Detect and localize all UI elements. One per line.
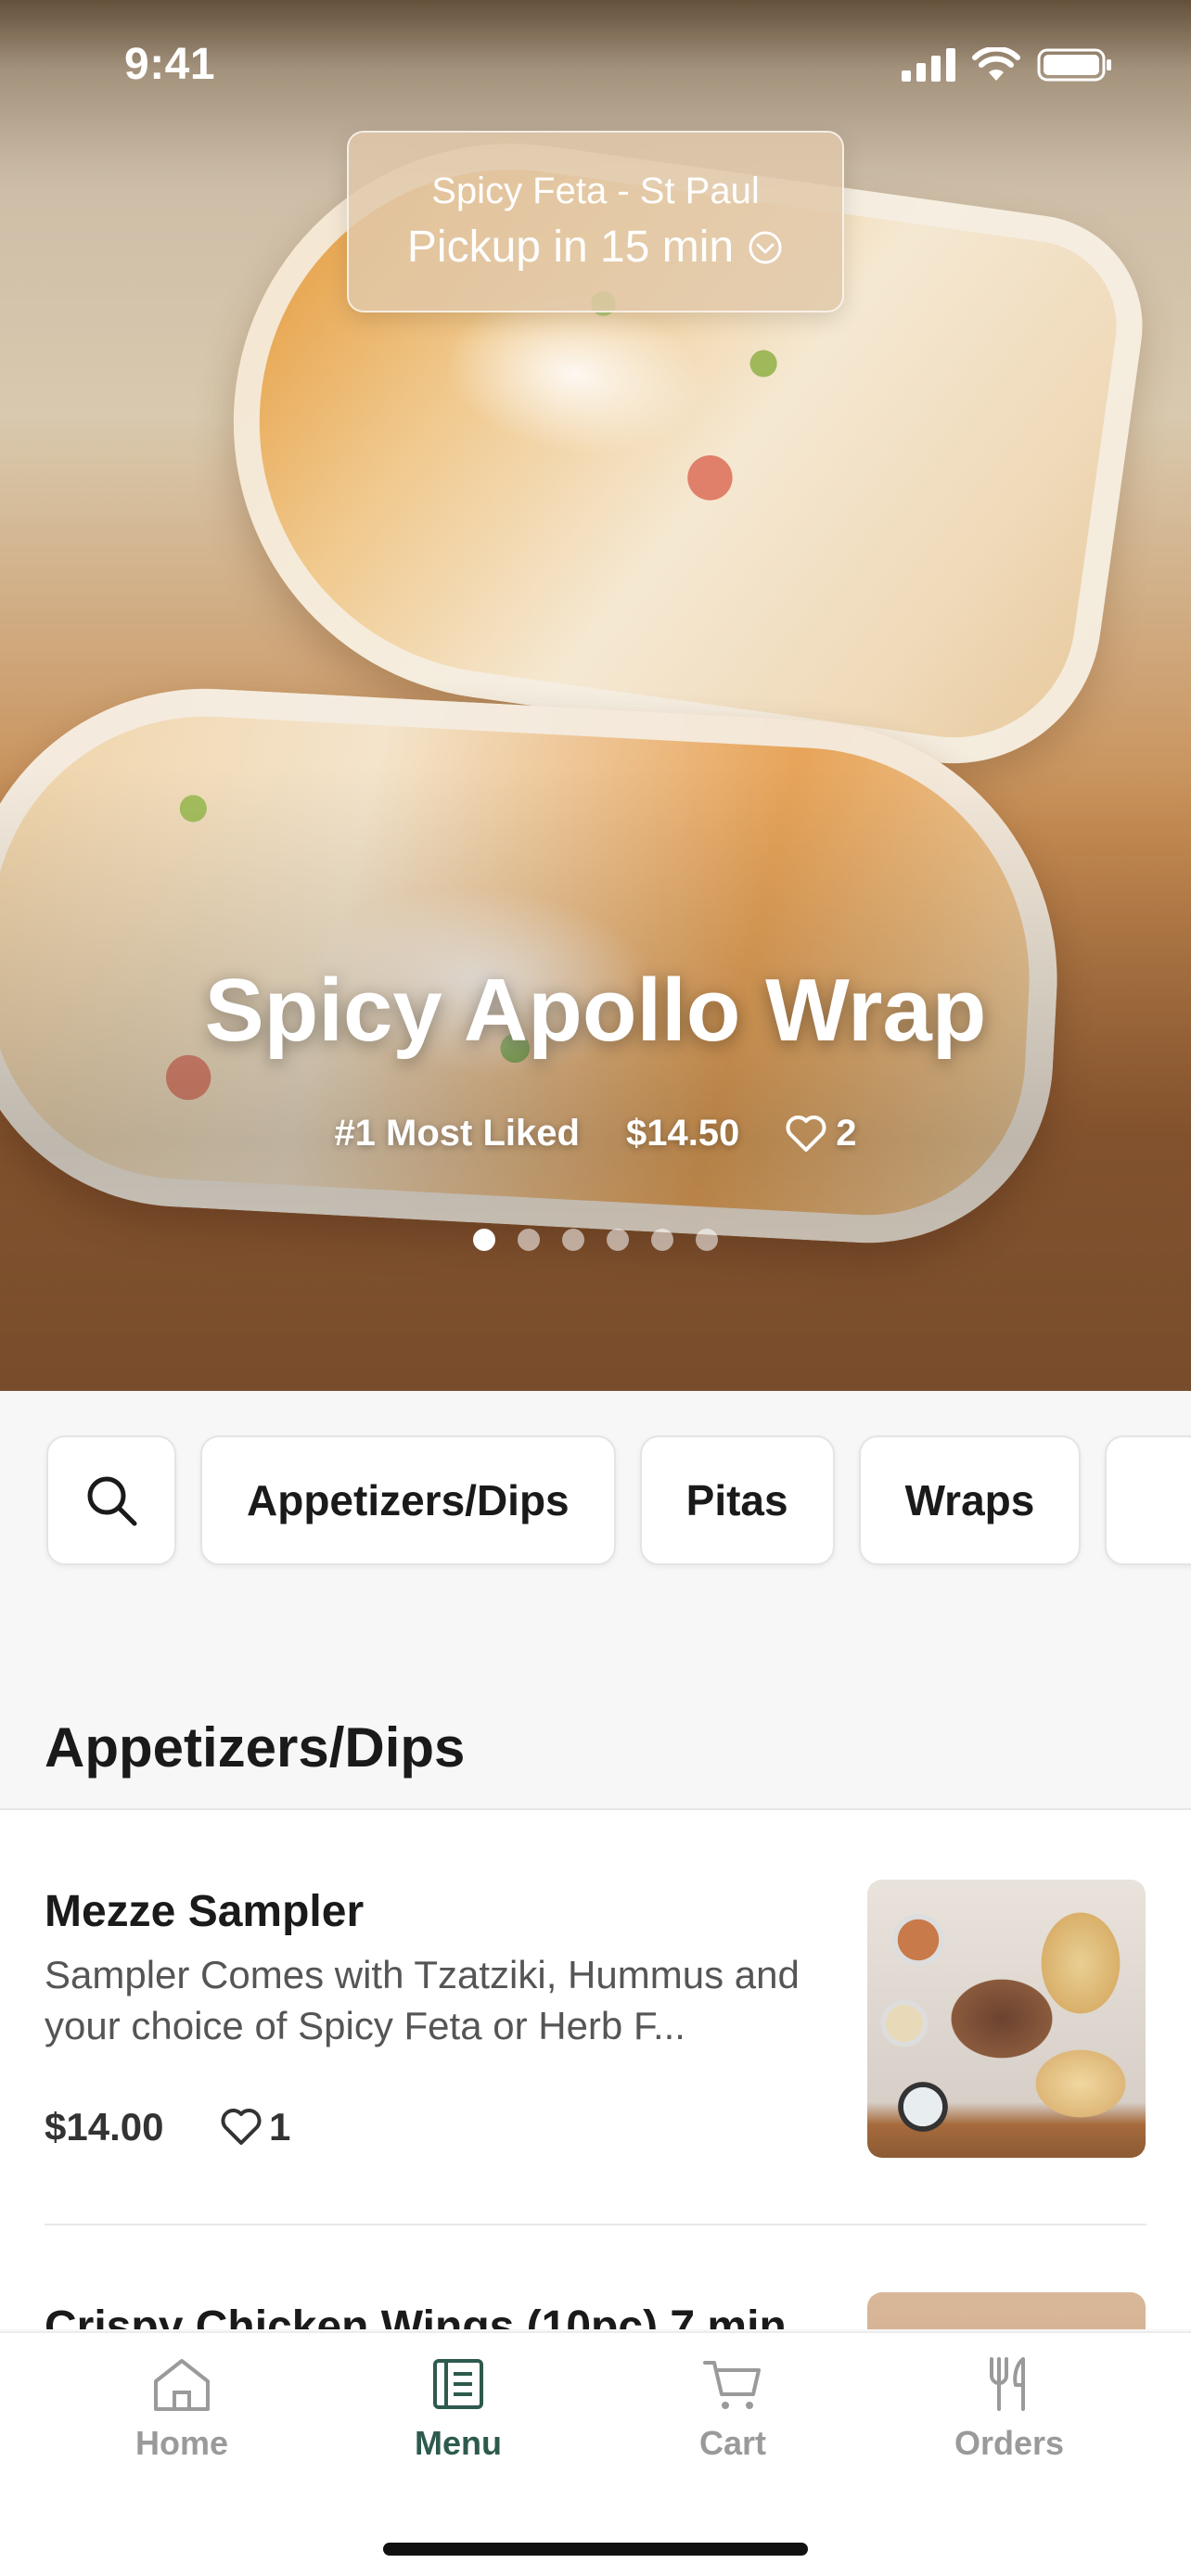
category-bar: Appetizers/Dips Pitas Wraps (46, 1435, 1191, 1565)
tab-label: Home (134, 2424, 229, 2462)
category-chip-more[interactable] (1105, 1435, 1191, 1565)
item-name: Crispy Chicken Wings (10pc) 7 min (45, 2302, 787, 2329)
status-icons (902, 46, 1113, 83)
item-price: $14.00 (45, 2105, 164, 2149)
tab-cart[interactable]: Cart (640, 2355, 826, 2463)
tab-label: Cart (698, 2424, 767, 2462)
home-icon (154, 2359, 210, 2411)
carousel-dot[interactable] (696, 1229, 718, 1251)
category-chip-pitas[interactable]: Pitas (639, 1435, 835, 1565)
item-photo[interactable] (867, 1880, 1146, 2158)
tab-home[interactable]: Home (89, 2355, 275, 2463)
hero-banner[interactable]: 9:41 Spicy Feta - St Paul Pickup in 15 m… (0, 0, 1191, 1391)
status-time: 9:41 (124, 40, 216, 89)
search-button[interactable] (46, 1435, 176, 1565)
heart-icon (786, 1115, 826, 1152)
tab-bar: Home Menu Cart Orders (0, 2331, 1191, 2576)
item-description: Sampler Comes with Tzatziki, Hummus and … (45, 1953, 800, 2047)
tab-label: Menu (415, 2424, 502, 2462)
category-chip-wraps[interactable]: Wraps (858, 1435, 1082, 1565)
battery-icon (1037, 48, 1111, 82)
cart-icon (703, 2361, 761, 2409)
carousel-dot[interactable] (651, 1229, 673, 1251)
item-name: Mezze Sampler (45, 1887, 365, 1936)
hero-price: $14.50 (625, 1113, 740, 1154)
chevron-down-circle-icon (749, 231, 782, 263)
carousel-dot[interactable] (562, 1229, 584, 1251)
hero-likes-count: 2 (836, 1113, 857, 1154)
carousel-dot[interactable] (607, 1229, 629, 1251)
carousel-dot[interactable] (518, 1229, 540, 1251)
home-indicator[interactable] (383, 2543, 808, 2556)
item-likes-count: 1 (269, 2105, 291, 2149)
pickup-time: Pickup in 15 min (406, 223, 735, 272)
tab-label: Orders (954, 2424, 1065, 2462)
hero-badge: #1 Most Liked (334, 1113, 580, 1154)
hero-like-button[interactable]: 2 (786, 1113, 857, 1154)
hero-title: Spicy Apollo Wrap (204, 961, 987, 1060)
heart-icon (221, 2109, 262, 2145)
section-title: Appetizers/Dips (45, 1716, 466, 1779)
carousel-dots[interactable] (0, 1229, 1191, 1251)
divider (45, 2224, 1146, 2225)
menu-list: Mezze Sampler Sampler Comes with Tzatzik… (0, 1808, 1191, 2329)
item-like-button[interactable]: 1 (221, 2105, 290, 2149)
tab-orders[interactable]: Orders (916, 2355, 1102, 2463)
cellular-signal-icon (902, 48, 955, 82)
wifi-icon (972, 47, 1020, 81)
menu-icon (433, 2359, 483, 2409)
store-name: Spicy Feta - St Paul (431, 171, 760, 211)
search-icon (87, 1476, 137, 1526)
category-chip-appetizers[interactable]: Appetizers/Dips (200, 1435, 616, 1565)
fork-knife-icon (990, 2357, 1025, 2411)
hero-meta: #1 Most Liked $14.50 2 (0, 1113, 1191, 1154)
tab-menu[interactable]: Menu (365, 2355, 551, 2463)
store-selector[interactable]: Spicy Feta - St Paul Pickup in 15 min (347, 131, 844, 312)
item-photo[interactable] (867, 2292, 1146, 2329)
carousel-dot[interactable] (473, 1229, 495, 1251)
